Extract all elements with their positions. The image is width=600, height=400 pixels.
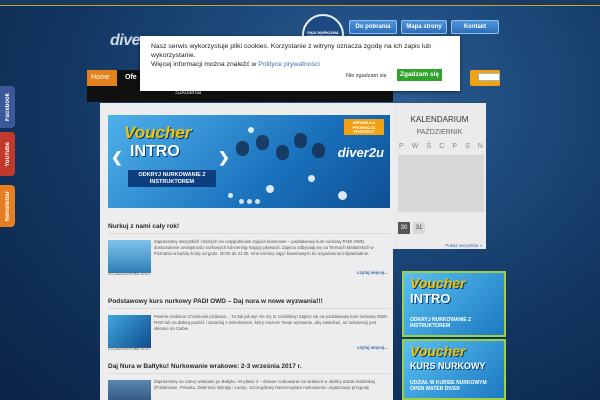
banner-tagline: ODKRYJ NURKOWANIE Z INSTRUKTOREM (128, 170, 216, 188)
social-tab-newsletter[interactable]: Newsletter (0, 185, 15, 227)
search-input[interactable] (478, 73, 500, 81)
main-content: Voucher INTRO ODKRYJ NURKOWANIE Z INSTRU… (100, 103, 393, 400)
side-ad-voucher: Voucher (410, 275, 466, 291)
weekday: N (477, 143, 483, 150)
banner-intro: INTRO (130, 143, 180, 160)
diver-figure (256, 135, 269, 150)
cookie-message: Nasz serwis wykorzystuje pliki cookies. … (151, 43, 453, 69)
diver-figure (294, 133, 307, 148)
read-more-link[interactable]: czytaj więcej... (357, 270, 388, 275)
top-link-downloads[interactable]: Do pobrania (349, 20, 397, 34)
nav-home[interactable]: Home (87, 70, 117, 86)
cookie-reject-link[interactable]: Nie zgadzam się (346, 73, 387, 79)
weekday: S (465, 143, 470, 150)
calendar-day[interactable]: 30 (398, 222, 410, 234)
weekday: P (399, 143, 404, 150)
article-date: 03 października 2017 (108, 271, 151, 276)
article-1: Nurkuj z nami cały rok! Zapraszamy wszys… (108, 223, 390, 280)
top-link-contact[interactable]: Kontakt (451, 20, 499, 34)
bubble-decoration (266, 185, 274, 193)
side-ad-title: KURS NURKOWY (410, 361, 486, 371)
article-title[interactable]: Daj Nura w Bałtyku! Nurkowanie wrakowe: … (108, 363, 390, 370)
article-body: Zapraszamy wszystkich chętnych na cotygo… (108, 233, 390, 280)
diver-figure (276, 145, 289, 160)
article-excerpt: Pewnie czekacie Chrobrusie próbowa… Tu t… (154, 314, 388, 331)
article-thumbnail[interactable] (108, 315, 151, 348)
bubble-decoration (228, 193, 233, 198)
banner-promo-badge: NIEWIELKA PROMOCJA PRZEZENT (344, 119, 384, 135)
calendar-grid (398, 155, 484, 212)
side-ad-tagline: UDZIAŁ W KURSIE NURKOWYM OPEN WATER DIVE… (410, 379, 487, 392)
cookie-text: Nasz serwis wykorzystuje pliki cookies. … (151, 43, 431, 59)
diver-figure (236, 141, 249, 156)
promo-slider[interactable]: Voucher INTRO ODKRYJ NURKOWANIE Z INSTRU… (108, 115, 390, 208)
article-title[interactable]: Podstawowy kurs nurkowy PADI OWD – Daj n… (108, 298, 390, 305)
slider-dots (108, 199, 390, 204)
article-excerpt: Zapraszamy na cztery wrakowe po Bałtyku.… (154, 379, 375, 390)
calendar-show-all-link[interactable]: Pokaż wszystkie » (445, 243, 482, 248)
social-tab-facebook[interactable]: Facebook (0, 86, 15, 128)
slider-prev-icon[interactable]: ❮ (111, 149, 123, 166)
cookie-more-info: Więcej informacji można znaleźć w (151, 60, 259, 68)
article-2: Podstawowy kurs nurkowy PADI OWD – Daj n… (108, 298, 390, 355)
calendar-day[interactable]: 31 (413, 222, 425, 234)
article-date: 03 października 2017 (108, 346, 151, 351)
newsletter-label: Newsletter (4, 190, 11, 222)
article-body: Pewnie czekacie Chrobrusie próbowa… Tu t… (108, 308, 390, 355)
weekday: C (439, 143, 445, 150)
weekday: P (452, 143, 458, 150)
article-3: Daj Nura w Bałtyku! Nurkowanie wrakowe: … (108, 363, 390, 400)
article-title[interactable]: Nurkuj z nami cały rok! (108, 223, 390, 230)
read-more-link[interactable]: czytaj więcej... (357, 345, 388, 350)
article-excerpt: Zapraszamy wszystkich chętnych na cotygo… (154, 239, 374, 256)
side-ad-voucher-intro[interactable]: Voucher INTRO ODKRYJ NURKOWANIE Z INSTRU… (402, 271, 506, 337)
bubble-decoration (308, 175, 315, 182)
facebook-label: Facebook (4, 92, 11, 121)
calendar-widget: KALENDARIUM PAŹDZIERNIK P W Ś C P S N 30… (393, 103, 486, 249)
privacy-policy-link[interactable]: Polityce prywatności (258, 61, 320, 68)
calendar-weekdays: P W Ś C P S N (399, 143, 483, 150)
side-ad-title: INTRO (410, 291, 451, 306)
top-strip (0, 0, 600, 6)
article-thumbnail[interactable] (108, 380, 151, 400)
slider-next-icon[interactable]: ❯ (218, 149, 230, 166)
calendar-month: PAŹDZIERNIK (416, 129, 463, 136)
nav-offer[interactable]: Ofe (125, 74, 137, 81)
article-body: Zapraszamy na cztery wrakowe po Bałtyku.… (108, 373, 390, 400)
bubble-decoration (248, 127, 254, 133)
article-thumbnail[interactable] (108, 240, 151, 273)
side-ad-voucher-course[interactable]: Voucher KURS NURKOWY UDZIAŁ W KURSIE NUR… (402, 339, 506, 400)
diver-figure (312, 143, 325, 158)
banner-voucher: Voucher (124, 123, 192, 142)
side-ad-voucher: Voucher (410, 343, 466, 359)
cookie-consent-dialog: Nasz serwis wykorzystuje pliki cookies. … (140, 36, 460, 91)
calendar-title: KALENDARIUM (410, 115, 469, 124)
banner-brand: diver2u (337, 145, 384, 160)
social-tab-youtube[interactable]: YouTube (0, 132, 15, 176)
top-link-sitemap[interactable]: Mapa strony (401, 20, 447, 34)
cookie-accept-button[interactable]: Zgadzam się (397, 69, 443, 81)
side-ad-tagline: ODKRYJ NURKOWANIE Z INSTRUKTOREM (410, 316, 472, 329)
youtube-label: YouTube (4, 141, 11, 167)
weekday: Ś (426, 143, 432, 150)
weekday: W (411, 143, 419, 150)
